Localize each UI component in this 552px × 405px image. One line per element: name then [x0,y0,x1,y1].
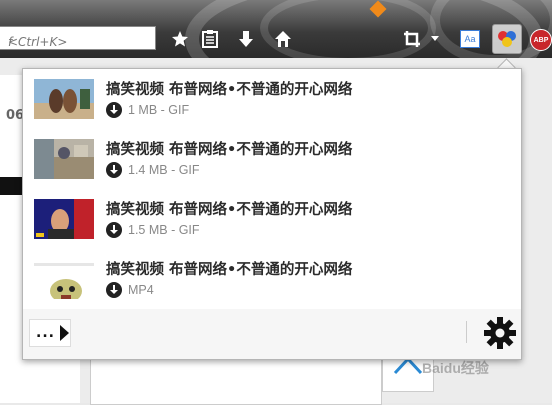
star-icon[interactable] [169,28,191,50]
file-size: MP4 [128,283,154,297]
search-input[interactable]: f <Ctrl+K> [0,26,156,50]
gear-icon[interactable] [483,316,517,350]
file-size: 1 MB - GIF [128,103,190,117]
abp-label: ABP [533,36,549,44]
home-icon[interactable] [272,28,294,50]
video-thumbnail [34,79,94,119]
browser-toolbar: f <Ctrl+K> Aa ABP [0,0,552,58]
search-placeholder: <Ctrl+K> [8,35,68,49]
file-size: 1.5 MB - GIF [128,223,200,237]
video-title: 搞笑视频 布普网络•不普通的开心网络 [106,262,353,278]
adblock-icon[interactable]: ABP [530,29,552,51]
download-icon[interactable] [235,28,257,50]
video-downloader-button[interactable] [492,24,522,54]
video-title: 搞笑视频 布普网络•不普通的开心网络 [106,202,353,218]
footer-divider [466,321,467,343]
download-icon[interactable] [106,282,122,298]
more-label: ... [36,325,55,341]
theme-swirl-decoration [430,0,552,58]
video-title: 搞笑视频 布普网络•不普通的开心网络 [106,142,353,158]
video-downloader-icon [498,31,516,47]
download-item[interactable]: 搞笑视频 布普网络•不普通的开心网络 MP4 [23,249,521,310]
file-size: 1.4 MB - GIF [128,163,200,177]
watermark: Baidu经验 [422,360,489,376]
download-item[interactable]: 搞笑视频 布普网络•不普通的开心网络 1 MB - GIF [23,69,521,130]
download-icon[interactable] [106,162,122,178]
play-arrow-icon [59,325,69,341]
video-downloads-panel: 搞笑视频 布普网络•不普通的开心网络 1 MB - GIF 搞笑视频 布普网络•… [22,68,522,360]
download-icon[interactable] [106,102,122,118]
more-button[interactable]: ... [29,319,71,347]
crop-icon[interactable] [401,28,423,50]
panel-footer: ... [23,309,521,359]
download-item[interactable]: 搞笑视频 布普网络•不普通的开心网络 1.4 MB - GIF [23,129,521,190]
video-thumbnail [34,199,94,239]
video-thumbnail [34,259,94,299]
video-thumbnail [34,139,94,179]
translate-icon[interactable]: Aa [459,28,481,50]
translate-label: Aa [460,30,480,48]
download-item[interactable]: 搞笑视频 布普网络•不普通的开心网络 1.5 MB - GIF [23,189,521,250]
video-title: 搞笑视频 布普网络•不普通的开心网络 [106,82,353,98]
dropdown-icon[interactable] [428,28,442,50]
reading-list-icon[interactable] [199,28,221,50]
download-icon[interactable] [106,222,122,238]
